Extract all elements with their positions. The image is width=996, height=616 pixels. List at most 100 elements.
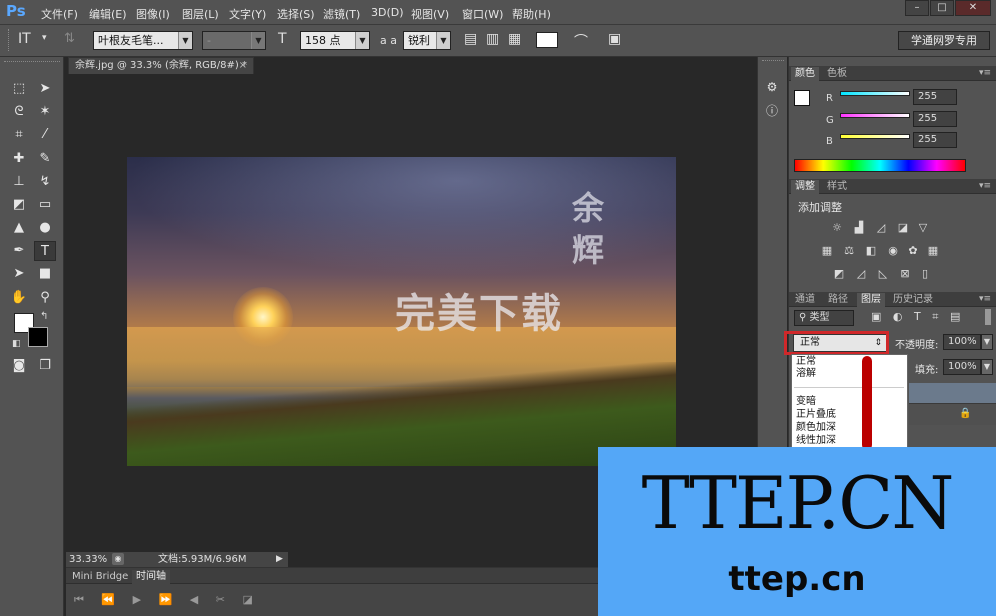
swap-colors-icon[interactable]: ↰	[40, 311, 48, 322]
fill-input[interactable]: 100%	[943, 359, 981, 375]
rectangle-tool-icon[interactable]: ■	[34, 264, 56, 284]
menu-type[interactable]: 文字(Y)	[229, 6, 266, 22]
color-lookup-icon[interactable]: ▦	[925, 244, 941, 258]
type-tool-preset-icon[interactable]: IT	[18, 31, 31, 47]
layer-row-selected[interactable]	[909, 383, 996, 403]
tab-swatches[interactable]: 色板	[823, 67, 851, 80]
invert-icon[interactable]: ◩	[831, 267, 847, 281]
grip-handle[interactable]	[762, 60, 784, 63]
document-tab[interactable]: 余辉.jpg @ 33.3% (余辉, RGB/8#) * ×	[68, 57, 254, 74]
audio-icon[interactable]: ◀	[190, 593, 198, 606]
path-selection-tool-icon[interactable]: ➤	[8, 264, 30, 284]
panel-menu-icon[interactable]: ▾≡	[975, 293, 995, 306]
channel-mixer-icon[interactable]: ✿	[905, 244, 921, 258]
default-colors-icon[interactable]: ◧	[12, 339, 21, 349]
curves-icon[interactable]: ◿	[873, 221, 889, 235]
menu-edit[interactable]: 编辑(E)	[89, 6, 127, 22]
adjustment-filter-icon[interactable]: ◐	[893, 310, 903, 323]
tab-channels[interactable]: 通道	[791, 293, 819, 306]
hand-tool-icon[interactable]: ✋	[8, 288, 30, 308]
type-filter-icon[interactable]: T	[914, 310, 921, 323]
toggle-orientation-icon[interactable]: ⇅	[64, 31, 75, 46]
background-color-swatch[interactable]	[28, 327, 48, 347]
blend-option-darken[interactable]: 变暗	[796, 396, 816, 408]
tab-paths[interactable]: 路径	[824, 293, 852, 306]
tab-history[interactable]: 历史记录	[889, 293, 937, 306]
photo-filter-icon[interactable]: ◉	[885, 244, 901, 258]
quick-mask-icon[interactable]: ◙	[8, 356, 30, 376]
selective-color-icon[interactable]: ▯	[917, 267, 933, 281]
eyedropper-tool-icon[interactable]: ⁄	[34, 125, 56, 145]
menu-window[interactable]: 窗口(W)	[462, 6, 503, 22]
color-balance-icon[interactable]: ⚖	[841, 244, 857, 258]
play-icon[interactable]: ▶	[133, 593, 141, 606]
character-panel-icon[interactable]: ▣	[608, 31, 621, 47]
text-color-swatch[interactable]	[536, 32, 558, 48]
font-family-select[interactable]: 叶根友毛笔... ▼	[93, 31, 193, 50]
screen-mode-icon[interactable]: ❐	[34, 356, 56, 376]
menu-image[interactable]: 图像(I)	[136, 6, 170, 22]
split-icon[interactable]: ✂	[216, 593, 225, 606]
warp-text-icon[interactable]: ⌒	[574, 31, 588, 51]
crop-tool-icon[interactable]: ⌗	[8, 125, 30, 145]
menu-help[interactable]: 帮助(H)	[512, 6, 551, 22]
align-left-icon[interactable]: ▤	[464, 31, 477, 47]
channel-b-input[interactable]: 255	[913, 132, 957, 148]
eraser-tool-icon[interactable]: ◩	[8, 195, 30, 215]
tab-adjustments[interactable]: 调整	[791, 180, 819, 194]
move-tool-icon[interactable]: ➤	[34, 79, 56, 99]
vibrance-icon[interactable]: ▽	[915, 221, 931, 235]
hue-saturation-icon[interactable]: ▦	[819, 244, 835, 258]
close-icon[interactable]: ×	[239, 58, 247, 74]
menu-file[interactable]: 文件(F)	[41, 6, 78, 22]
magic-wand-tool-icon[interactable]: ✶	[34, 102, 56, 122]
brightness-contrast-icon[interactable]: ☼	[829, 221, 845, 235]
tab-layers[interactable]: 图层	[857, 293, 885, 307]
align-center-icon[interactable]: ▥	[486, 31, 499, 47]
antialias-select[interactable]: 锐利 ▼	[403, 31, 451, 50]
blend-option-multiply[interactable]: 正片叠底	[796, 409, 836, 421]
font-size-select[interactable]: 158 点 ▼	[300, 31, 370, 50]
next-frame-icon[interactable]: ⏩	[159, 593, 173, 606]
blur-tool-icon[interactable]: ▲	[8, 218, 30, 238]
menu-layer[interactable]: 图层(L)	[182, 6, 219, 22]
channel-b-slider[interactable]	[840, 134, 910, 139]
zoom-level[interactable]: 33.33%	[69, 552, 107, 567]
layer-filter-select[interactable]: ⚲ 类型	[794, 310, 854, 326]
grip-handle[interactable]	[8, 29, 10, 51]
color-ramp[interactable]	[794, 159, 966, 172]
pixel-filter-icon[interactable]: ▣	[871, 310, 881, 323]
type-tool-icon[interactable]: T	[34, 241, 56, 261]
lasso-tool-icon[interactable]: ᘓ	[8, 102, 30, 122]
tab-color[interactable]: 颜色	[791, 67, 819, 81]
document-image[interactable]: 余辉 完美下载	[127, 157, 676, 466]
blend-option-dissolve[interactable]: 溶解	[796, 368, 816, 380]
chevron-down-icon[interactable]: ▾	[42, 33, 47, 43]
workspace-switcher[interactable]: 学通网罗专用	[898, 31, 990, 50]
close-button[interactable]: ✕	[955, 0, 991, 16]
font-style-select[interactable]: - ▼	[202, 31, 266, 50]
menu-view[interactable]: 视图(V)	[411, 6, 449, 22]
tab-timeline[interactable]: 时间轴	[132, 570, 170, 584]
dodge-tool-icon[interactable]: ●	[34, 218, 56, 238]
blend-option-linear-burn[interactable]: 线性加深	[796, 435, 836, 447]
history-panel-icon[interactable]: ⚙	[761, 77, 783, 97]
marquee-tool-icon[interactable]: ⬚	[8, 79, 30, 99]
foreground-color-swatch[interactable]	[794, 90, 810, 106]
tab-mini-bridge[interactable]: Mini Bridge	[68, 570, 132, 584]
shape-filter-icon[interactable]: ⌗	[932, 310, 938, 323]
transition-icon[interactable]: ◪	[242, 593, 252, 606]
grip-handle[interactable]	[4, 61, 60, 65]
gradient-tool-icon[interactable]: ▭	[34, 195, 56, 215]
maximize-button[interactable]: □	[930, 0, 954, 16]
play-arrow-icon[interactable]: ▶	[276, 552, 283, 567]
panel-menu-icon[interactable]: ▾≡	[975, 67, 995, 80]
prev-frame-icon[interactable]: ⏪	[101, 593, 115, 606]
threshold-icon[interactable]: ◺	[875, 267, 891, 281]
tab-styles[interactable]: 样式	[823, 180, 851, 193]
status-menu-icon[interactable]: ◉	[112, 553, 124, 565]
history-brush-tool-icon[interactable]: ↯	[34, 172, 56, 192]
brush-tool-icon[interactable]: ✎	[34, 149, 56, 169]
blend-option-normal[interactable]: 正常	[796, 356, 816, 368]
channel-g-input[interactable]: 255	[913, 111, 957, 127]
